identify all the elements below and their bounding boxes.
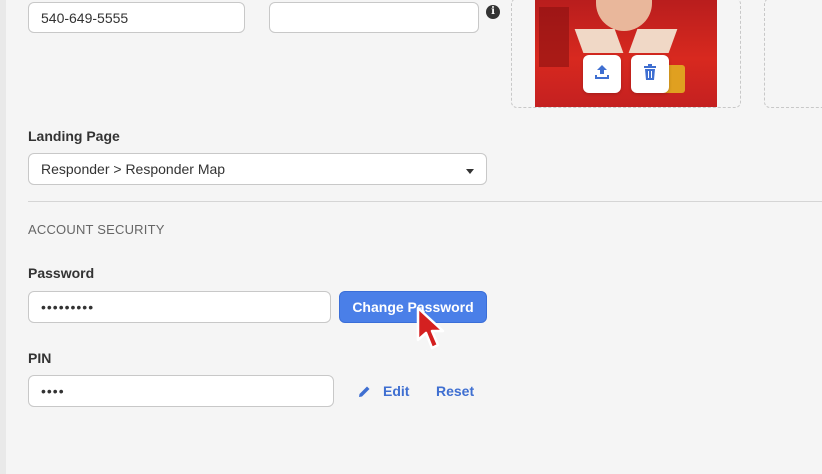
- edit-label: Edit: [383, 383, 410, 399]
- upload-photo-button[interactable]: [583, 55, 621, 93]
- landing-page-label: Landing Page: [28, 128, 120, 144]
- mouse-pointer-icon: [416, 306, 446, 357]
- reset-pin-link[interactable]: Reset: [436, 383, 474, 399]
- password-label: Password: [28, 265, 95, 281]
- secondary-phone-field[interactable]: [269, 2, 479, 33]
- pin-field[interactable]: ••••: [28, 375, 334, 407]
- chevron-down-icon: [466, 169, 474, 174]
- pin-label: PIN: [28, 350, 52, 366]
- pin-value: ••••: [41, 383, 65, 399]
- profile-photo: [535, 0, 717, 107]
- landing-page-select[interactable]: Responder > Responder Map: [28, 153, 487, 185]
- edit-pin-link[interactable]: Edit: [358, 383, 409, 399]
- upload-icon: [594, 64, 610, 85]
- phone-value: 540-649-5555: [41, 9, 129, 26]
- pencil-icon: [358, 385, 371, 398]
- phone-field[interactable]: 540-649-5555: [28, 2, 245, 33]
- landing-page-value: Responder > Responder Map: [41, 161, 226, 177]
- profile-photo-dropzone[interactable]: [511, 0, 741, 108]
- trash-icon: [643, 63, 657, 85]
- secondary-photo-dropzone[interactable]: [764, 0, 822, 108]
- password-value: •••••••••: [41, 299, 95, 315]
- info-icon[interactable]: i: [486, 5, 500, 19]
- change-password-button[interactable]: Change Password: [339, 291, 487, 323]
- password-field[interactable]: •••••••••: [28, 291, 331, 323]
- section-divider: [28, 201, 822, 202]
- account-security-heading: ACCOUNT SECURITY: [28, 222, 165, 237]
- delete-photo-button[interactable]: [631, 55, 669, 93]
